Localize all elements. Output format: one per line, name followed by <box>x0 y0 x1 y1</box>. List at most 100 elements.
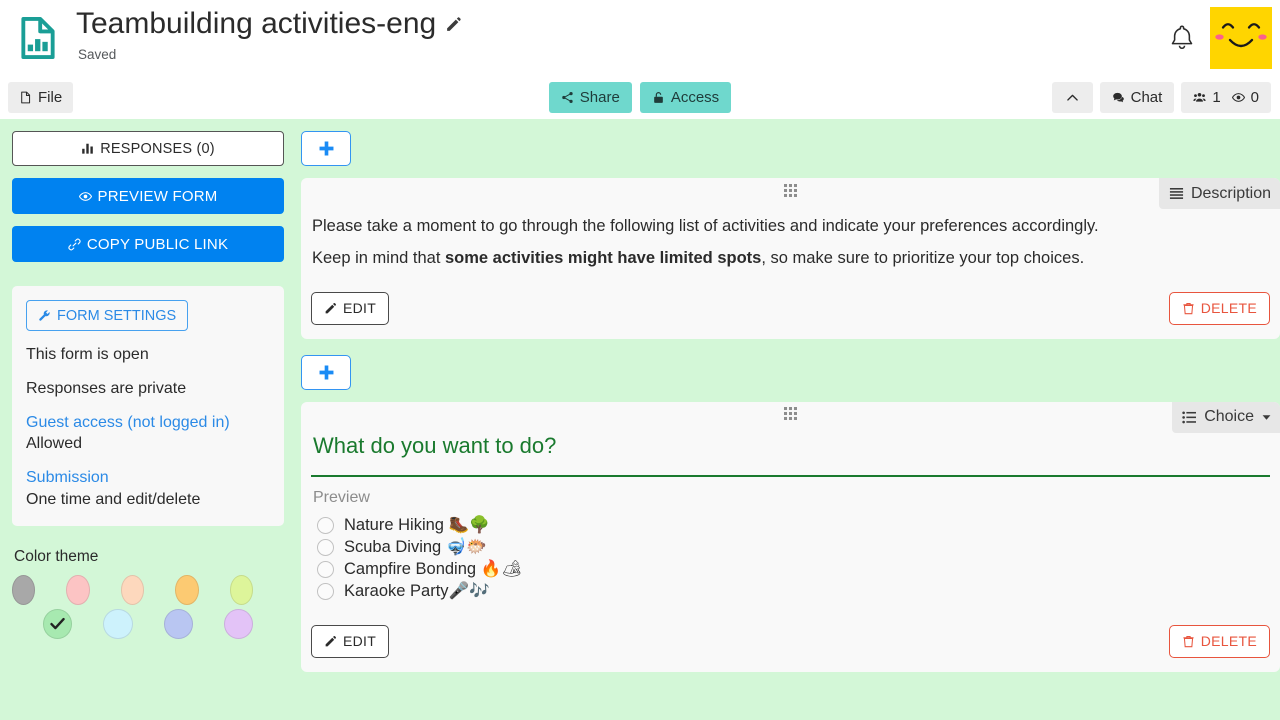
swatch-orange[interactable] <box>175 574 199 605</box>
swatch-pink[interactable] <box>66 574 90 605</box>
description-card-actions: EDIT DELETE <box>311 291 1270 325</box>
add-element-button-middle[interactable] <box>301 354 351 390</box>
desc-p2-pre: Keep in mind that <box>312 249 445 268</box>
guest-access-value: Allowed <box>26 435 83 453</box>
plus-icon <box>319 141 333 156</box>
swatch-gray[interactable] <box>12 574 36 605</box>
access-button[interactable]: Access <box>639 82 732 113</box>
description-paragraph-2: Keep in mind that some activities might … <box>311 247 1270 269</box>
form-builder-column: Description Please take a moment to go t… <box>296 119 1280 672</box>
pencil-icon[interactable] <box>445 16 462 33</box>
pencil-icon <box>325 635 336 646</box>
responses-button[interactable]: RESPONSES (0) <box>12 131 284 166</box>
choice-option-label: Campfire Bonding 🔥🏕 <box>344 560 523 579</box>
form-settings-panel: FORM SETTINGS This form is open Response… <box>12 286 284 526</box>
header-right <box>1154 0 1280 76</box>
chat-button[interactable]: Chat <box>1099 82 1175 113</box>
app-logo <box>0 0 76 76</box>
swatch-cyan[interactable] <box>103 608 133 639</box>
preview-label: Preview <box>313 488 370 506</box>
desc-p2-post: , so make sure to prioritize your top ch… <box>761 249 1085 268</box>
guest-access-link[interactable]: Guest access (not logged in) <box>26 412 270 433</box>
radio-icon[interactable] <box>317 561 334 579</box>
avatar[interactable] <box>1210 7 1272 69</box>
choice-option-row[interactable]: Campfire Bonding 🔥🏕 <box>311 559 1270 581</box>
form-settings-label: FORM SETTINGS <box>57 307 177 324</box>
main-toolbar: File Share Access Chat 1 0 <box>0 76 1280 119</box>
choice-card: Choice What do you want to do? Preview N… <box>301 401 1280 672</box>
wrench-icon <box>39 310 50 321</box>
trash-icon <box>1183 302 1194 314</box>
swatch-green-selected[interactable] <box>43 608 73 639</box>
copy-public-link-label: COPY PUBLIC LINK <box>86 235 229 253</box>
access-label: Access <box>670 89 720 106</box>
choice-option-row[interactable]: Scuba Diving 🤿🐡 <box>311 537 1270 559</box>
views-count: 0 <box>1250 89 1259 106</box>
element-type-badge-choice[interactable]: Choice <box>1172 401 1280 433</box>
radio-icon[interactable] <box>317 539 334 557</box>
choice-option-row[interactable]: Karaoke Party🎤🎶 <box>311 581 1270 603</box>
lines-icon <box>1169 188 1184 199</box>
chevron-up-icon <box>1066 94 1078 101</box>
page-title: Teambuilding activities-eng <box>76 7 437 40</box>
swatch-peach[interactable] <box>120 574 145 605</box>
file-menu-label: File <box>38 89 63 106</box>
bell-icon <box>1171 25 1193 50</box>
add-element-button-top[interactable] <box>301 131 351 166</box>
submission-link[interactable]: Submission <box>26 467 270 488</box>
desc-p2-bold: some activities might have limited spots <box>445 249 762 268</box>
chat-label: Chat <box>1130 89 1163 106</box>
responses-label: RESPONSES (0) <box>100 140 215 157</box>
swatch-blue[interactable] <box>163 608 193 639</box>
people-count: 1 <box>1212 89 1221 106</box>
grip-dots-icon <box>784 183 797 197</box>
copy-public-link-button[interactable]: COPY PUBLIC LINK <box>12 226 284 262</box>
question-title: What do you want to do? <box>313 432 557 458</box>
smiley-avatar-icon <box>1210 7 1272 69</box>
edit-label: EDIT <box>343 633 377 650</box>
choice-option-row[interactable]: Nature Hiking 🥾🌳 <box>311 515 1270 537</box>
preview-form-button[interactable]: PREVIEW FORM <box>12 178 284 214</box>
edit-description-button[interactable]: EDIT <box>311 291 390 325</box>
card-drag-handle[interactable] <box>311 178 1270 202</box>
description-card: Description Please take a moment to go t… <box>301 178 1280 339</box>
share-label: Share <box>579 89 620 106</box>
presence-stats[interactable]: 1 0 <box>1181 82 1271 113</box>
people-icon <box>1193 93 1206 102</box>
choice-option-label: Karaoke Party🎤🎶 <box>344 582 490 601</box>
choice-option-label: Scuba Diving 🤿🐡 <box>344 538 487 557</box>
eye-icon <box>1231 93 1245 102</box>
radio-icon[interactable] <box>317 583 334 601</box>
collapse-header-button[interactable] <box>1051 82 1093 113</box>
lock-icon <box>653 92 663 103</box>
preview-form-label: PREVIEW FORM <box>97 187 218 205</box>
save-status: Saved <box>78 46 117 62</box>
swatch-row-2 <box>12 608 284 639</box>
file-menu-button[interactable]: File <box>8 82 74 113</box>
grip-dots-icon <box>784 407 797 421</box>
edit-choice-button[interactable]: EDIT <box>311 624 390 658</box>
card-drag-handle[interactable] <box>311 402 1270 426</box>
delete-label: DELETE <box>1200 633 1257 650</box>
radio-icon[interactable] <box>317 517 334 535</box>
swatch-purple[interactable] <box>223 608 253 639</box>
delete-description-button[interactable]: DELETE <box>1168 291 1270 325</box>
check-icon <box>50 618 65 630</box>
plus-icon <box>319 365 333 379</box>
submission-value: One time and edit/delete <box>26 490 201 508</box>
delete-label: DELETE <box>1200 300 1257 317</box>
question-divider <box>311 474 1270 477</box>
swatch-lime[interactable] <box>229 574 254 605</box>
list-icon <box>1182 410 1197 423</box>
document-chart-icon <box>21 17 55 59</box>
share-icon <box>562 91 573 104</box>
title-block: Teambuilding activities-eng Saved <box>76 0 1154 62</box>
form-open-status: This form is open <box>26 346 149 363</box>
delete-choice-button[interactable]: DELETE <box>1168 624 1270 658</box>
share-button[interactable]: Share <box>548 82 632 113</box>
choice-option-label: Nature Hiking 🥾🌳 <box>344 516 490 535</box>
color-theme-swatches <box>12 574 284 639</box>
element-type-badge-description[interactable]: Description <box>1158 178 1280 209</box>
notifications-button[interactable] <box>1154 0 1210 76</box>
form-settings-button[interactable]: FORM SETTINGS <box>26 300 189 331</box>
